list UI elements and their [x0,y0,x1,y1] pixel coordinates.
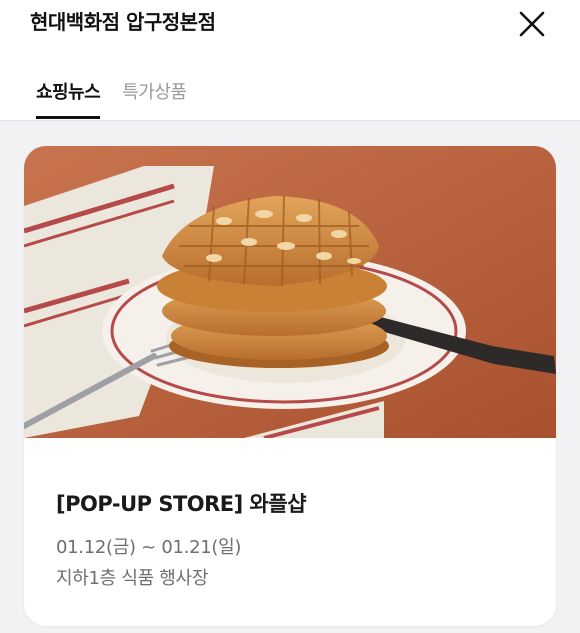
tab-special-products[interactable]: 특가상품 [122,78,187,119]
store-news-page: 현대백화점 압구정본점 쇼핑뉴스 특가상품 [POP-UP STORE] 와플샵… [0,0,580,633]
waffle-photo [24,146,556,438]
tab-bar: 쇼핑뉴스 특가상품 [36,78,187,119]
event-location: 지하1층 식품 행사장 [56,568,209,589]
header: 현대백화점 압구정본점 쇼핑뉴스 특가상품 [0,0,580,121]
page-title: 현대백화점 압구정본점 [30,10,216,34]
event-title: [POP-UP STORE] 와플샵 [56,492,307,516]
close-button[interactable] [518,10,546,38]
event-date-range: 01.12(금) ~ 01.21(일) [56,537,242,558]
close-icon [519,11,545,37]
event-card[interactable]: [POP-UP STORE] 와플샵 01.12(금) ~ 01.21(일) 지… [24,146,556,626]
tab-shopping-news[interactable]: 쇼핑뉴스 [36,78,101,119]
